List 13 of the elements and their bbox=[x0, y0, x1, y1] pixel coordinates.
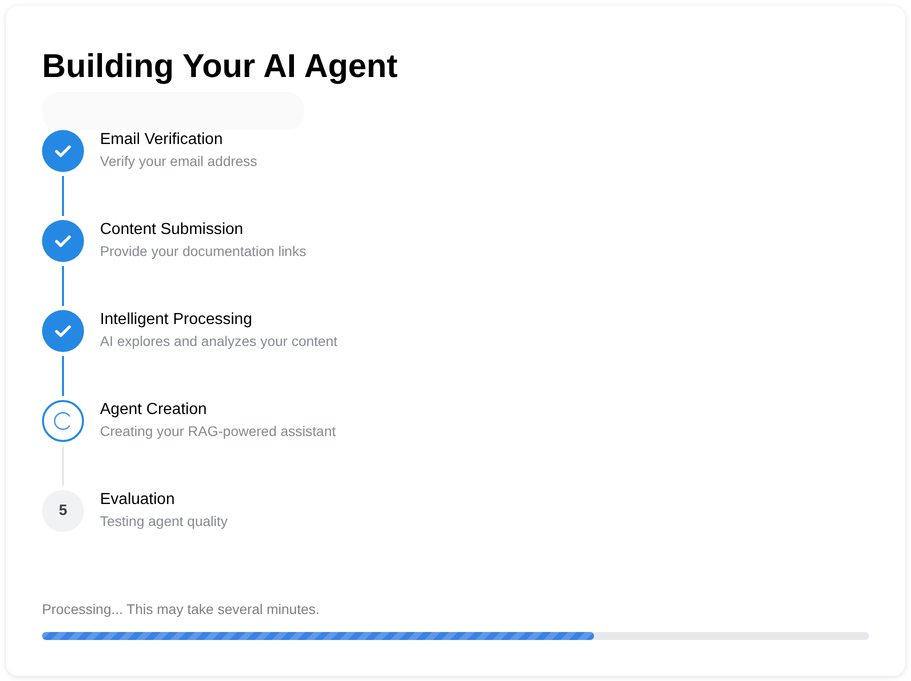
page-title: Building Your AI Agent bbox=[42, 46, 398, 86]
step-description: Testing agent quality bbox=[100, 512, 228, 531]
step-description: AI explores and analyzes your content bbox=[100, 332, 338, 351]
step-title: Evaluation bbox=[100, 490, 176, 510]
status-text: Processing... This may take several minutes. bbox=[42, 600, 321, 619]
step-number: 5 bbox=[42, 490, 84, 532]
step-title: Content Submission bbox=[100, 220, 244, 240]
step-title: Agent Creation bbox=[100, 400, 208, 420]
step-description: Creating your RAG-powered assistant bbox=[100, 422, 336, 441]
step-description: Provide your documentation links bbox=[100, 242, 306, 261]
step-title: Email Verification bbox=[100, 130, 224, 150]
step-title: Intelligent Processing bbox=[100, 310, 254, 330]
step-description: Verify your email address bbox=[100, 152, 258, 171]
